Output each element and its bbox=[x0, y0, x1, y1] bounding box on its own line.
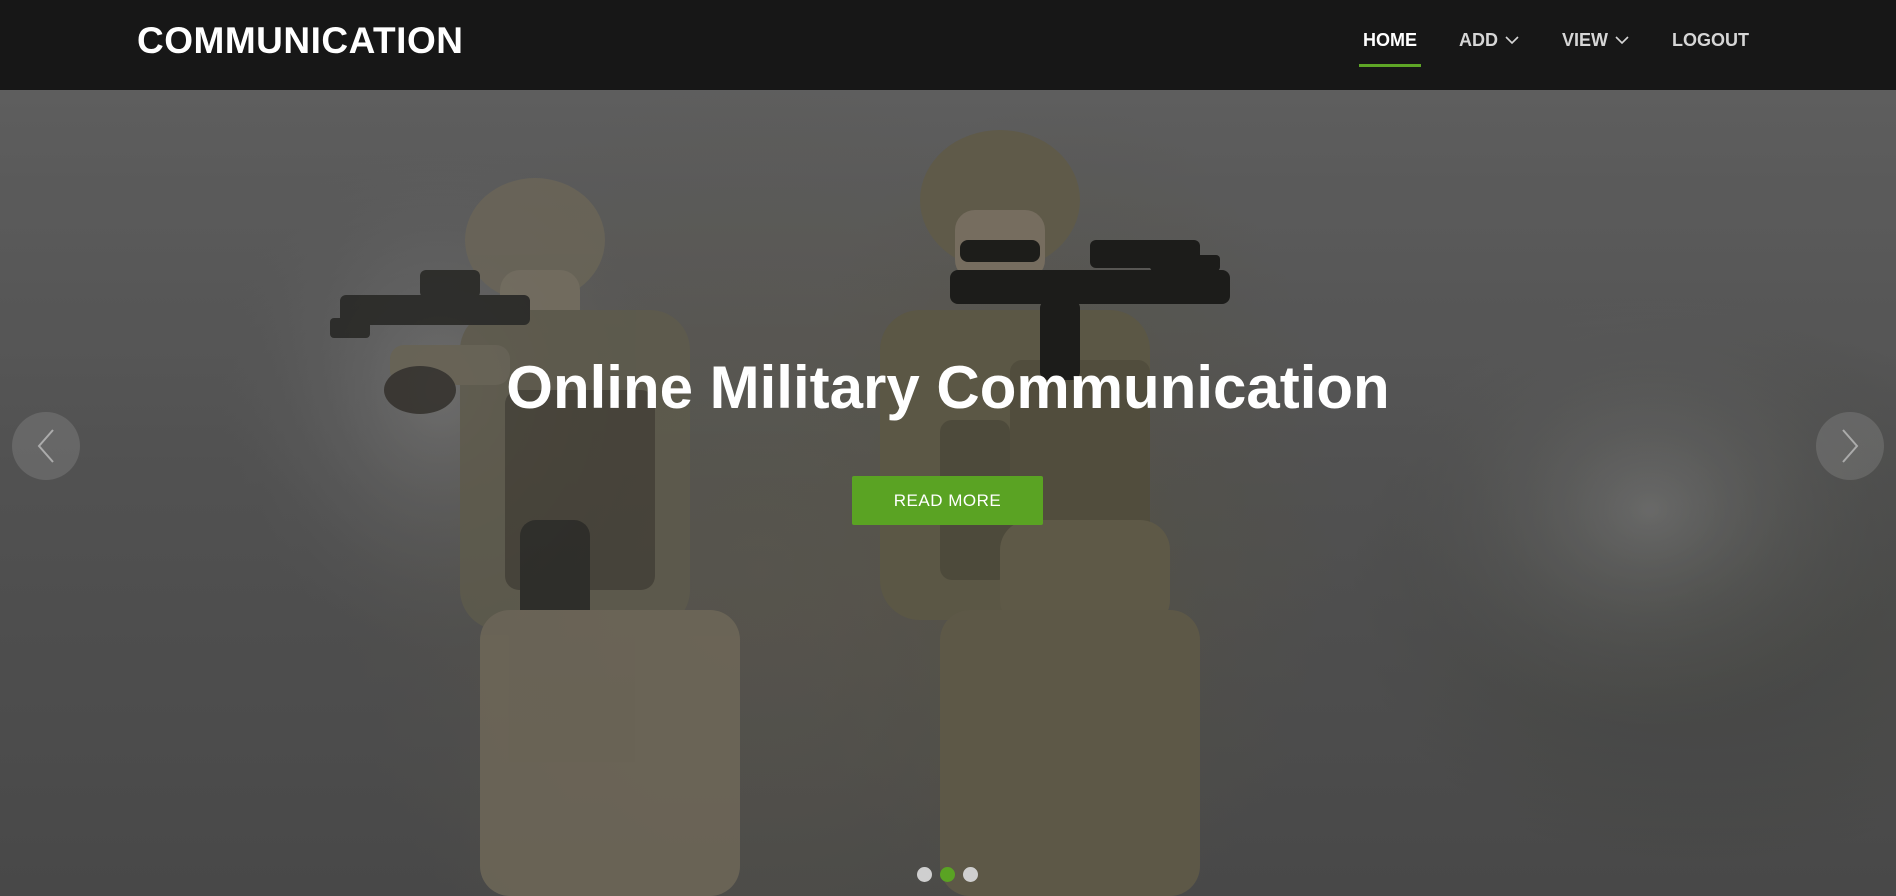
nav-view[interactable]: VIEW bbox=[1558, 24, 1634, 57]
read-more-button[interactable]: READ MORE bbox=[852, 476, 1043, 525]
chevron-right-icon bbox=[1842, 429, 1859, 463]
page: COMMUNICATION HOME ADD VIEW LOGOUT Onlin… bbox=[0, 0, 1896, 896]
nav-home[interactable]: HOME bbox=[1358, 24, 1421, 67]
hero-title: Online Military Communication bbox=[506, 354, 1390, 421]
nav-add[interactable]: ADD bbox=[1455, 24, 1524, 57]
nav-logout-label: LOGOUT bbox=[1672, 29, 1749, 50]
nav-logout[interactable]: LOGOUT bbox=[1668, 24, 1753, 57]
nav-view-label: VIEW bbox=[1561, 29, 1608, 50]
slider-prev-button[interactable] bbox=[12, 412, 80, 480]
site-brand[interactable]: COMMUNICATION bbox=[137, 20, 463, 62]
hero-slider: Online Military Communication READ MORE bbox=[0, 90, 1896, 896]
slider-next-button[interactable] bbox=[1816, 412, 1884, 480]
nav-home-label: HOME bbox=[1362, 29, 1417, 50]
main-nav: HOME ADD VIEW LOGOUT bbox=[1358, 0, 1753, 80]
slider-indicators bbox=[917, 867, 978, 882]
chevron-down-icon bbox=[1505, 36, 1519, 45]
top-navbar: COMMUNICATION HOME ADD VIEW LOGOUT bbox=[0, 0, 1896, 90]
slider-dot-1[interactable] bbox=[917, 867, 932, 882]
slider-dot-3[interactable] bbox=[963, 867, 978, 882]
slider-dot-2[interactable] bbox=[940, 867, 955, 882]
nav-add-label: ADD bbox=[1458, 29, 1498, 50]
chevron-down-icon bbox=[1615, 36, 1629, 45]
chevron-left-icon bbox=[37, 429, 54, 463]
